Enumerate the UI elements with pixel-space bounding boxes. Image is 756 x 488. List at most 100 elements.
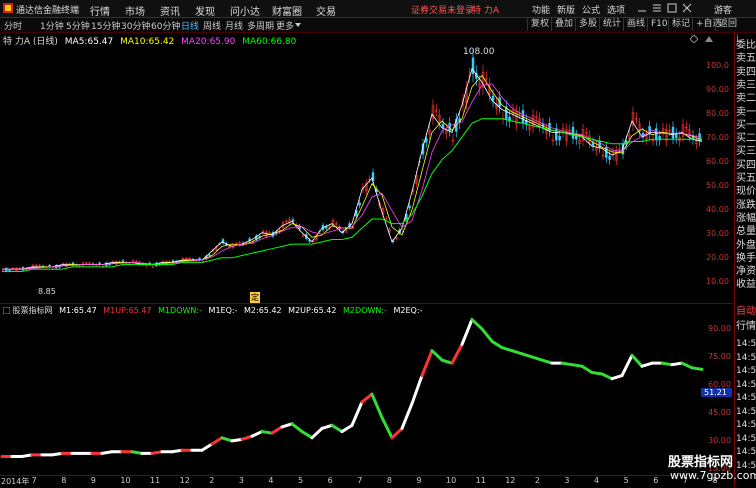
tab-timeshare[interactable]: 分时 (4, 19, 22, 32)
marker-badge[interactable]: 定 (250, 292, 260, 303)
candle-body (555, 128, 558, 141)
indicator-segment (320, 423, 334, 430)
indicator-segment (360, 392, 374, 404)
indicator-segment (540, 358, 554, 365)
tab-more[interactable]: 更多 (276, 19, 294, 32)
side-item[interactable]: 卖五 (736, 52, 756, 66)
side-item[interactable]: 涨幅 (736, 212, 756, 226)
x-tick-label: 6 (327, 476, 333, 485)
tab-monthly[interactable]: 月线 (225, 19, 243, 32)
menu-formula[interactable]: 公式 (582, 3, 600, 16)
side-item[interactable]: 卖四 (736, 66, 756, 80)
tab-daily[interactable]: 日线 (181, 19, 199, 32)
trade-time: 14:5 (736, 433, 756, 444)
indicator-segment (340, 423, 354, 434)
menu-ask[interactable]: 问小达 (230, 3, 260, 18)
tab-multiperiod[interactable]: 多周期 (247, 19, 274, 32)
x-tick-label: 6 (653, 476, 659, 485)
side-item[interactable]: 买一 (736, 119, 756, 133)
indicator-segment (220, 436, 234, 443)
candle-body (5, 268, 8, 272)
side-item[interactable]: 卖一 (736, 106, 756, 120)
indicator-segment (510, 349, 524, 356)
side-item[interactable]: 外盘 (736, 239, 756, 253)
menu-options[interactable]: 选项 (607, 3, 625, 16)
menu-newversion[interactable]: 新版 (557, 3, 575, 16)
side-item[interactable]: 买三 (736, 145, 756, 159)
chevron-down-icon[interactable] (295, 22, 301, 28)
side-item[interactable]: 卖二 (736, 92, 756, 106)
indicator-segment (100, 450, 114, 455)
side-item[interactable]: 总量 (736, 225, 756, 239)
indicator-segment (500, 346, 514, 353)
indicator-segment (450, 342, 464, 365)
x-tick-label: 3 (564, 476, 570, 485)
indicator-segment (300, 430, 314, 440)
indicator-segment (440, 358, 454, 365)
x-tick-label: 9 (90, 476, 96, 485)
ma20-line (2, 83, 703, 270)
menu-news[interactable]: 资讯 (160, 3, 180, 18)
side-item[interactable]: 现价 (736, 185, 756, 199)
button-draw[interactable]: 画线 (623, 18, 648, 31)
tab-weekly[interactable]: 周线 (203, 19, 221, 32)
side-item[interactable]: 净资 (736, 265, 756, 279)
indicator-segment (470, 318, 484, 331)
tab-30min[interactable]: 30分钟 (121, 19, 150, 32)
quote-label[interactable]: 行情 (736, 320, 756, 334)
menu-discover[interactable]: 发现 (195, 3, 215, 18)
candlestick-chart[interactable]: 特 力A (日线) MA5:65.47 MA10:65.42 MA20:65.9… (0, 33, 733, 304)
button-adjust[interactable]: 复权 (527, 18, 552, 31)
x-tick-label: 10 (446, 476, 457, 485)
current-value-badge: 51.21 (701, 388, 732, 397)
y-tick: 30.00 (706, 229, 729, 238)
indicator-segment (640, 361, 654, 368)
menu-market[interactable]: 市场 (125, 3, 145, 18)
side-item[interactable]: 买二 (736, 132, 756, 146)
button-multistock[interactable]: 多股 (575, 18, 600, 31)
trade-time: 14:5 (736, 406, 756, 417)
candle-body (608, 156, 611, 160)
menu-wealth[interactable]: 财富圈 (272, 3, 302, 18)
side-item[interactable]: 买五 (736, 172, 756, 186)
button-back[interactable]: 返回 (715, 18, 740, 31)
button-overlay[interactable]: 叠加 (551, 18, 576, 31)
guest-label[interactable]: 游客 (714, 3, 732, 16)
y-tick: 75.00 (708, 352, 731, 361)
auto-label[interactable]: 自动 (736, 305, 756, 319)
indicator-segment (380, 416, 394, 440)
button-mark[interactable]: 标记 (668, 18, 693, 31)
indicator-segment (260, 430, 274, 435)
indicator-segment (660, 361, 674, 367)
menu-trade[interactable]: 交易 (316, 3, 336, 18)
login-notice[interactable]: 证券交易未登录 (411, 3, 474, 16)
button-stats[interactable]: 统计 (599, 18, 624, 31)
x-tick-label: 11 (475, 476, 486, 485)
minimize-icon[interactable] (637, 3, 647, 13)
menu-icon[interactable] (652, 3, 662, 13)
trade-time: 14:5 (736, 352, 756, 363)
indicator-segment (490, 339, 504, 350)
menu-function[interactable]: 功能 (532, 3, 550, 16)
side-item[interactable]: 换手 (736, 252, 756, 266)
side-item[interactable]: 卖三 (736, 79, 756, 93)
maximize-icon[interactable] (667, 3, 677, 13)
tab-60min[interactable]: 60分钟 (151, 19, 180, 32)
indicator-segment (590, 370, 604, 376)
candle-body (208, 254, 211, 257)
side-item[interactable]: 收益 (736, 278, 756, 292)
menu-quotes[interactable]: 行情 (90, 3, 110, 18)
tab-5min[interactable]: 5分钟 (66, 19, 90, 32)
y-tick: 90.00 (708, 324, 731, 333)
side-item[interactable]: 买四 (736, 159, 756, 173)
close-icon[interactable] (682, 3, 692, 13)
x-tick-label: 7 (357, 476, 363, 485)
indicator-chart[interactable]: 股票指标网 M1:65.47 M1UP:65.47 M1DOWN:- M1EQ:… (0, 304, 733, 474)
side-item[interactable]: 委比 (736, 39, 756, 53)
x-tick-label: 4 (268, 476, 274, 485)
side-item[interactable]: 涨跌 (736, 199, 756, 213)
tab-1min[interactable]: 1分钟 (40, 19, 64, 32)
y-tick: 100.0 (706, 61, 729, 70)
tab-15min[interactable]: 15分钟 (91, 19, 120, 32)
indicator-segment (690, 366, 704, 371)
